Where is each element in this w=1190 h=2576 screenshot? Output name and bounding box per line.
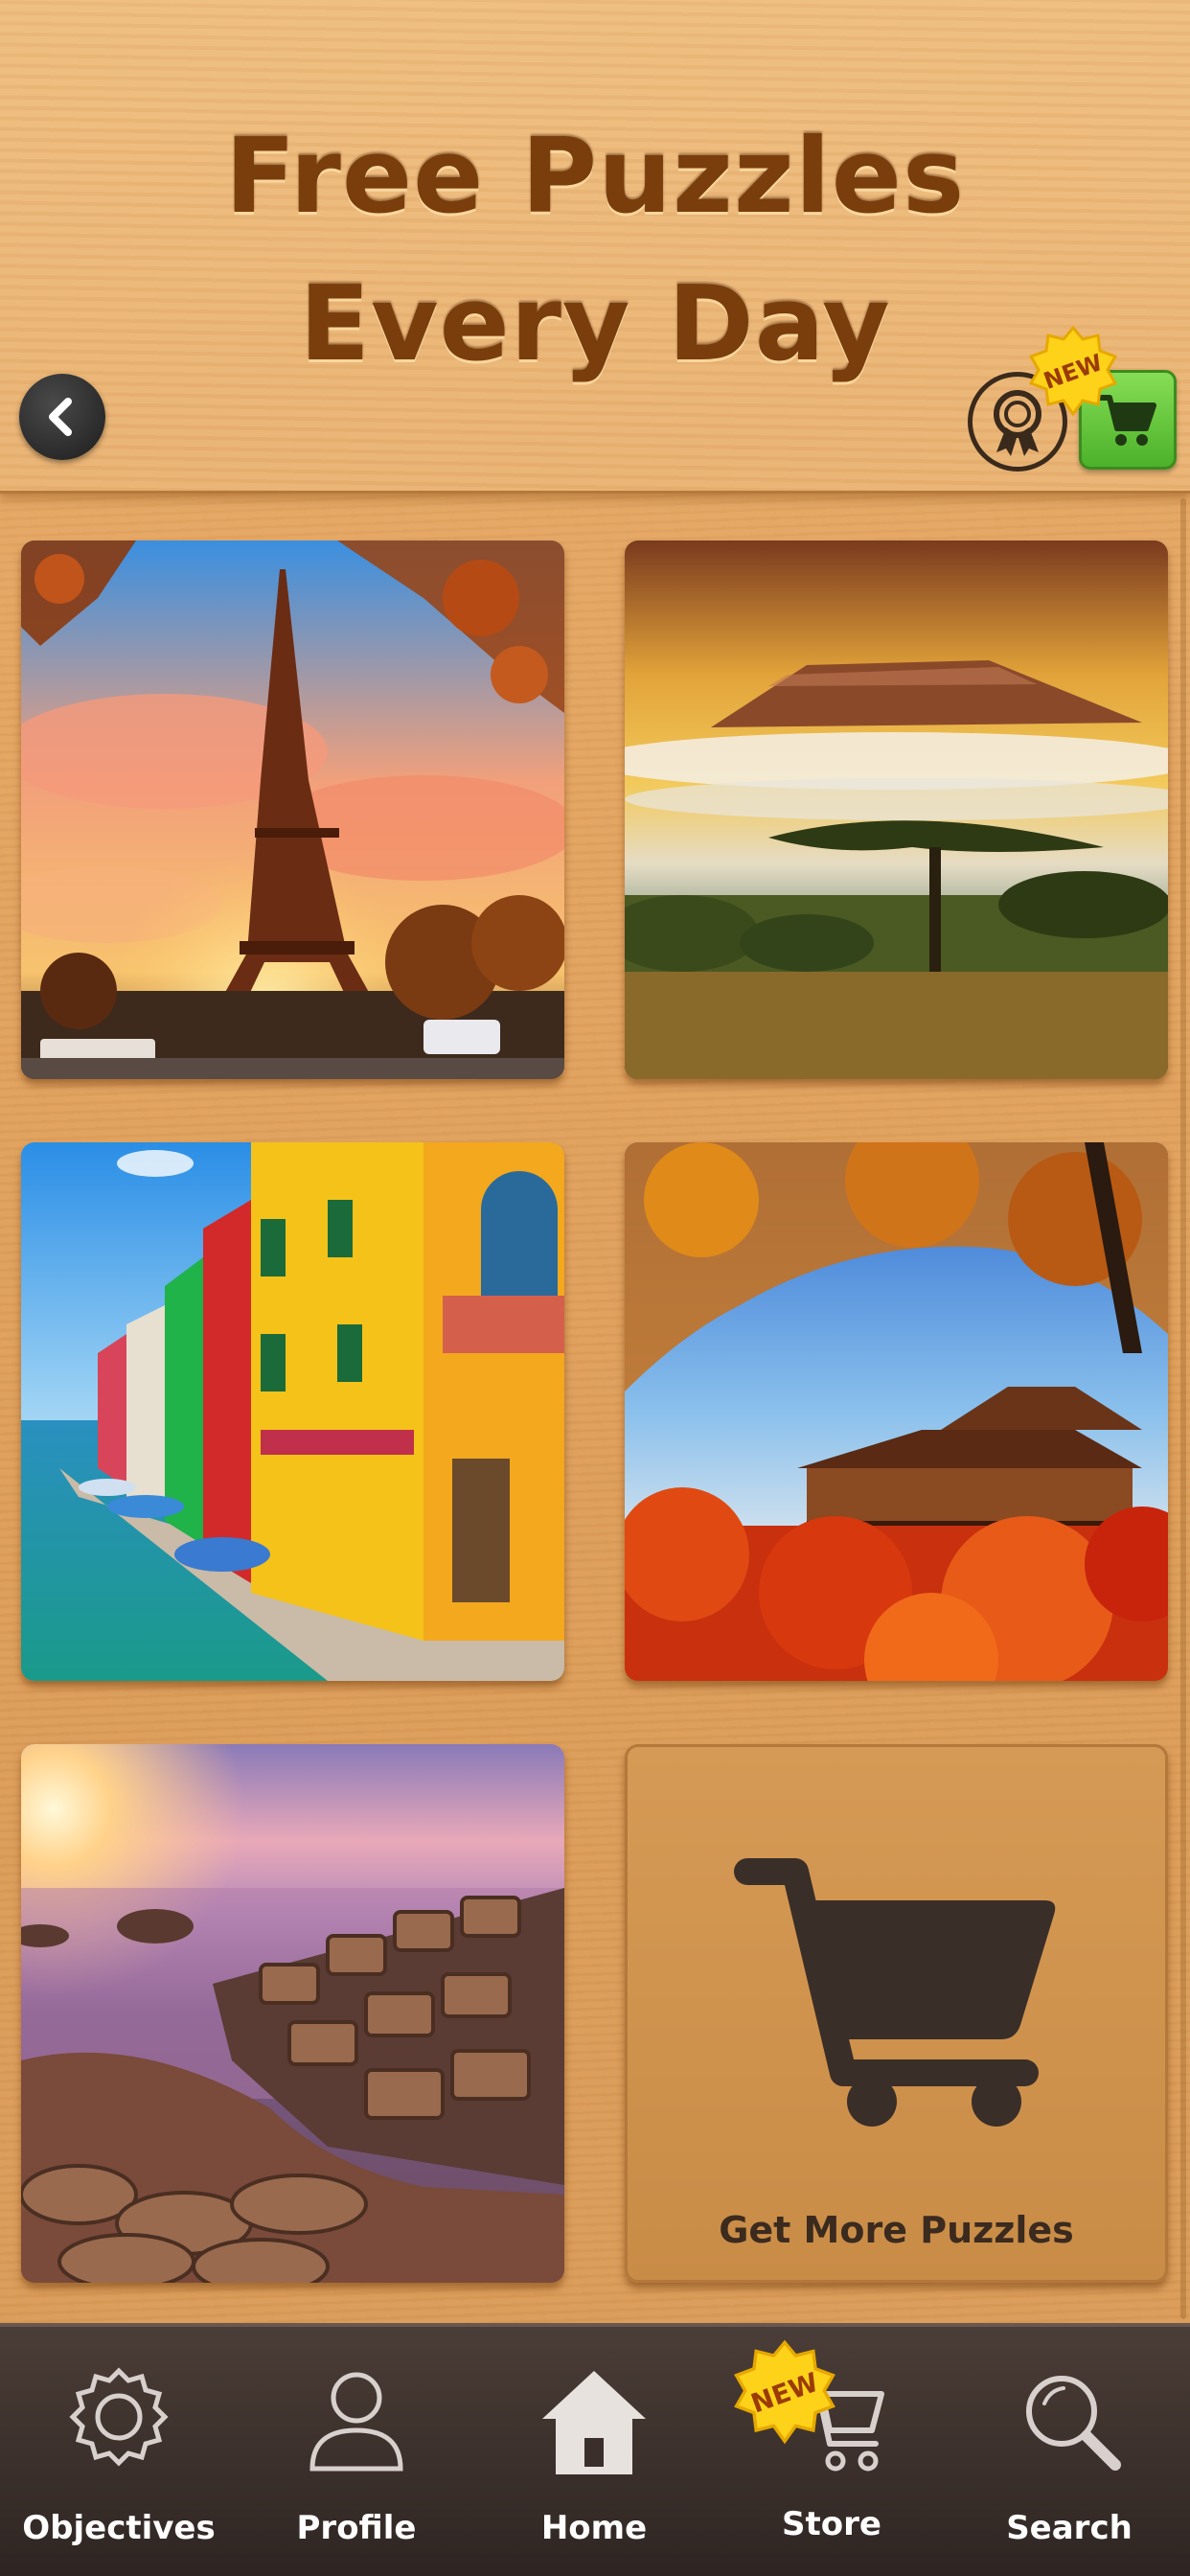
award-badge-icon bbox=[69, 2367, 169, 2467]
puzzle-tile-burano[interactable] bbox=[21, 1142, 564, 1681]
bottom-nav: Objectives Profile Home NEW Store Search bbox=[0, 2323, 1190, 2576]
nav-objectives[interactable]: Objectives bbox=[0, 2327, 238, 2576]
puzzle-image bbox=[21, 1142, 564, 1681]
back-button[interactable] bbox=[19, 374, 105, 460]
store-new-badge: NEW bbox=[732, 2339, 837, 2446]
nav-home-label: Home bbox=[540, 2509, 648, 2547]
nav-store[interactable]: NEW Store bbox=[713, 2327, 950, 2576]
puzzle-tile-kyoto-temple[interactable] bbox=[625, 1142, 1168, 1681]
new-badge: NEW bbox=[1027, 325, 1119, 418]
nav-store-label: Store bbox=[782, 2505, 881, 2543]
puzzle-tile-giants-causeway[interactable] bbox=[21, 1744, 564, 2283]
puzzle-tile-eiffel-tower[interactable] bbox=[21, 540, 564, 1079]
home-icon bbox=[542, 2371, 646, 2474]
shopping-cart-icon bbox=[734, 1858, 1056, 2127]
puzzle-image bbox=[625, 540, 1168, 1079]
nav-objectives-label: Objectives bbox=[22, 2509, 216, 2547]
nav-profile-label: Profile bbox=[296, 2509, 417, 2547]
get-more-puzzles-label: Get More Puzzles bbox=[719, 2209, 1074, 2251]
header: Free Puzzles Every Day NEW bbox=[0, 0, 1190, 494]
get-more-puzzles-button[interactable]: Get More Puzzles bbox=[625, 1744, 1168, 2283]
page-title-line1: Free Puzzles bbox=[224, 117, 966, 237]
nav-profile[interactable]: Profile bbox=[238, 2327, 475, 2576]
puzzle-image bbox=[21, 1744, 564, 2283]
search-icon bbox=[1026, 2376, 1121, 2471]
puzzle-image bbox=[625, 1142, 1168, 1681]
scrollbar[interactable] bbox=[1180, 498, 1186, 2319]
page-title-line2: Every Day bbox=[299, 264, 891, 384]
nav-search-label: Search bbox=[1006, 2509, 1133, 2547]
user-icon bbox=[309, 2372, 403, 2472]
nav-home[interactable]: Home bbox=[475, 2327, 713, 2576]
chevron-left-icon bbox=[49, 398, 72, 436]
puzzle-image bbox=[21, 540, 564, 1079]
puzzle-tile-kilimanjaro[interactable] bbox=[625, 540, 1168, 1079]
nav-search[interactable]: Search bbox=[950, 2327, 1188, 2576]
